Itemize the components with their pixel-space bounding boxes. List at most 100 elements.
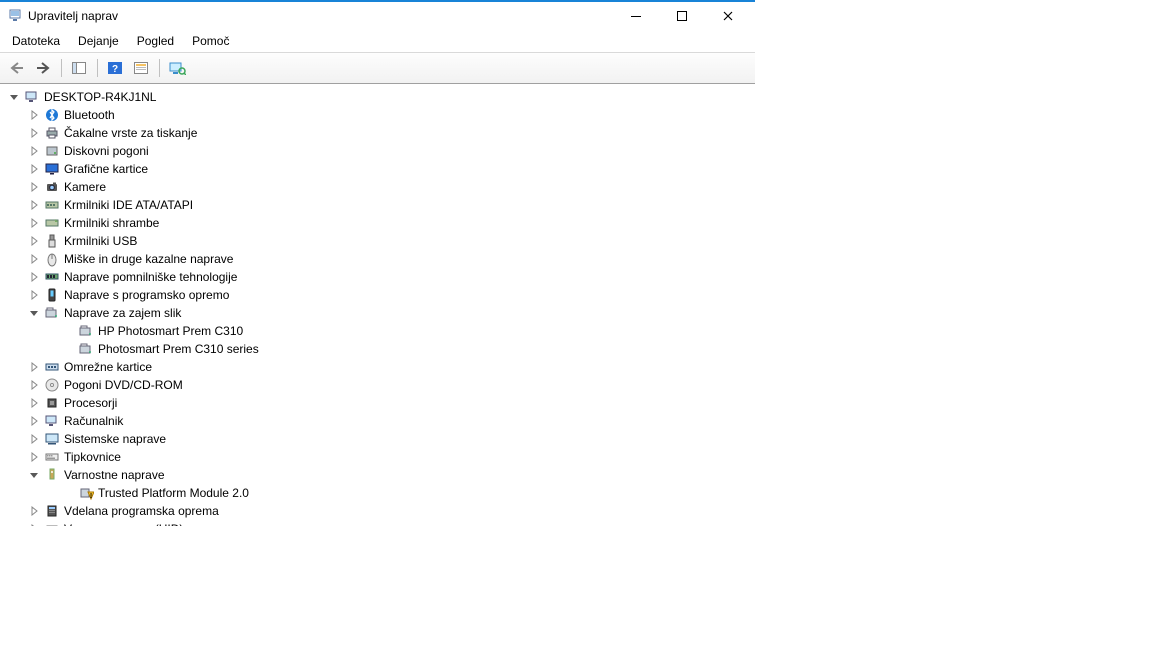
- twist-none: [62, 343, 74, 355]
- chevron-down-icon[interactable]: [28, 469, 40, 481]
- chevron-right-icon[interactable]: [28, 361, 40, 373]
- tree-category[interactable]: Računalnik: [4, 412, 755, 430]
- toolbar-properties-button[interactable]: [130, 57, 152, 79]
- chevron-right-icon[interactable]: [28, 379, 40, 391]
- tree-category[interactable]: Naprave pomnilniške tehnologije: [4, 268, 755, 286]
- tree-category[interactable]: Bluetooth: [4, 106, 755, 124]
- computer-icon: [44, 413, 60, 429]
- menu-file[interactable]: Datoteka: [4, 32, 68, 50]
- imaging-icon: [78, 323, 94, 339]
- tree-item-label: Grafične kartice: [64, 162, 148, 176]
- tree-item-label: Sistemske naprave: [64, 432, 166, 446]
- tree-item-label: Vdelana programska oprema: [64, 504, 219, 518]
- toolbar-forward-button[interactable]: [32, 57, 54, 79]
- tree-item-label: Naprave pomnilniške tehnologije: [64, 270, 237, 284]
- tree-category[interactable]: Omrežne kartice: [4, 358, 755, 376]
- tree-device[interactable]: HP Photosmart Prem C310: [4, 322, 755, 340]
- imaging-icon: [78, 341, 94, 357]
- tree-item-label: Trusted Platform Module 2.0: [98, 486, 249, 500]
- tree-root[interactable]: DESKTOP-R4KJ1NL: [4, 88, 755, 106]
- tree-item-label: Računalnik: [64, 414, 123, 428]
- toolbar-help-button[interactable]: ?: [104, 57, 126, 79]
- chevron-right-icon[interactable]: [28, 433, 40, 445]
- chevron-right-icon[interactable]: [28, 523, 40, 526]
- tree-category[interactable]: Naprave s programsko opremo: [4, 286, 755, 304]
- ide-icon: [44, 197, 60, 213]
- chevron-right-icon[interactable]: [28, 109, 40, 121]
- tree-item-label: Pogoni DVD/CD-ROM: [64, 378, 183, 392]
- tree-category[interactable]: Varnostne naprave: [4, 466, 755, 484]
- chevron-right-icon[interactable]: [28, 505, 40, 517]
- window-title: Upravitelj naprav: [28, 9, 118, 23]
- toolbar-show-hide-button[interactable]: [68, 57, 90, 79]
- tree-category[interactable]: Krmilniki USB: [4, 232, 755, 250]
- system-icon: [44, 431, 60, 447]
- chevron-right-icon[interactable]: [28, 199, 40, 211]
- network-icon: [44, 359, 60, 375]
- printer-icon: [44, 125, 60, 141]
- menu-help[interactable]: Pomoč: [184, 32, 237, 50]
- display-icon: [44, 161, 60, 177]
- chevron-right-icon[interactable]: [28, 451, 40, 463]
- chevron-right-icon[interactable]: [28, 145, 40, 157]
- tree-category[interactable]: Diskovni pogoni: [4, 142, 755, 160]
- toolbar-back-button[interactable]: [6, 57, 28, 79]
- tree-device[interactable]: Photosmart Prem C310 series: [4, 340, 755, 358]
- tree-category[interactable]: Tipkovnice: [4, 448, 755, 466]
- tree-item-label: Čakalne vrste za tiskanje: [64, 126, 197, 140]
- chevron-right-icon[interactable]: [28, 127, 40, 139]
- toolbar-separator: [58, 57, 64, 79]
- computer-icon: [24, 89, 40, 105]
- chevron-right-icon[interactable]: [28, 271, 40, 283]
- minimize-button[interactable]: [613, 2, 659, 30]
- chevron-right-icon[interactable]: [28, 397, 40, 409]
- toolbar-scan-button[interactable]: [166, 57, 188, 79]
- chevron-down-icon[interactable]: [8, 91, 20, 103]
- tree-item-label: Naprave za zajem slik: [64, 306, 181, 320]
- tree-category[interactable]: Čakalne vrste za tiskanje: [4, 124, 755, 142]
- menu-action[interactable]: Dejanje: [70, 32, 127, 50]
- keyboard-icon: [44, 449, 60, 465]
- security-icon: [44, 467, 60, 483]
- device-tree[interactable]: DESKTOP-R4KJ1NL Bluetooth Čakalne vrste za…: [0, 84, 755, 526]
- maximize-button[interactable]: [659, 2, 705, 30]
- chevron-right-icon[interactable]: [28, 253, 40, 265]
- imaging-icon: [44, 305, 60, 321]
- tree-category[interactable]: Sistemske naprave: [4, 430, 755, 448]
- toolbar: ?: [0, 53, 755, 84]
- chevron-right-icon[interactable]: [28, 217, 40, 229]
- tree-item-label: Krmilniki USB: [64, 234, 137, 248]
- menubar: Datoteka Dejanje Pogled Pomoč: [0, 30, 755, 52]
- memory-icon: [44, 269, 60, 285]
- device-manager-window: Upravitelj naprav Datoteka Dejanje Pogle…: [0, 0, 755, 526]
- tree-device[interactable]: !Trusted Platform Module 2.0: [4, 484, 755, 502]
- tree-item-label: Procesorji: [64, 396, 117, 410]
- tree-category[interactable]: Krmilniki IDE ATA/ATAPI: [4, 196, 755, 214]
- tree-item-label: Naprave s programsko opremo: [64, 288, 229, 302]
- chevron-right-icon[interactable]: [28, 415, 40, 427]
- chevron-down-icon[interactable]: [28, 307, 40, 319]
- tree-item-label: Vnosne naprave (HID): [64, 522, 183, 526]
- tree-item-label: Krmilniki shrambe: [64, 216, 159, 230]
- chevron-right-icon[interactable]: [28, 289, 40, 301]
- chevron-right-icon[interactable]: [28, 235, 40, 247]
- tree-item-label: Omrežne kartice: [64, 360, 152, 374]
- tree-category[interactable]: Vdelana programska oprema: [4, 502, 755, 520]
- tree-item-label: Kamere: [64, 180, 106, 194]
- tree-category[interactable]: Krmilniki shrambe: [4, 214, 755, 232]
- tree-category[interactable]: Miške in druge kazalne naprave: [4, 250, 755, 268]
- usb-icon: [44, 233, 60, 249]
- tree-item-label: DESKTOP-R4KJ1NL: [44, 90, 156, 104]
- chevron-right-icon[interactable]: [28, 163, 40, 175]
- menu-view[interactable]: Pogled: [129, 32, 182, 50]
- tree-category[interactable]: Vnosne naprave (HID): [4, 520, 755, 526]
- tree-category[interactable]: Kamere: [4, 178, 755, 196]
- tree-category[interactable]: Procesorji: [4, 394, 755, 412]
- tree-category[interactable]: Naprave za zajem slik: [4, 304, 755, 322]
- tree-category[interactable]: Grafične kartice: [4, 160, 755, 178]
- chevron-right-icon[interactable]: [28, 181, 40, 193]
- svg-text:?: ?: [112, 64, 118, 75]
- close-button[interactable]: [705, 2, 751, 30]
- toolbar-separator: [156, 57, 162, 79]
- tree-category[interactable]: Pogoni DVD/CD-ROM: [4, 376, 755, 394]
